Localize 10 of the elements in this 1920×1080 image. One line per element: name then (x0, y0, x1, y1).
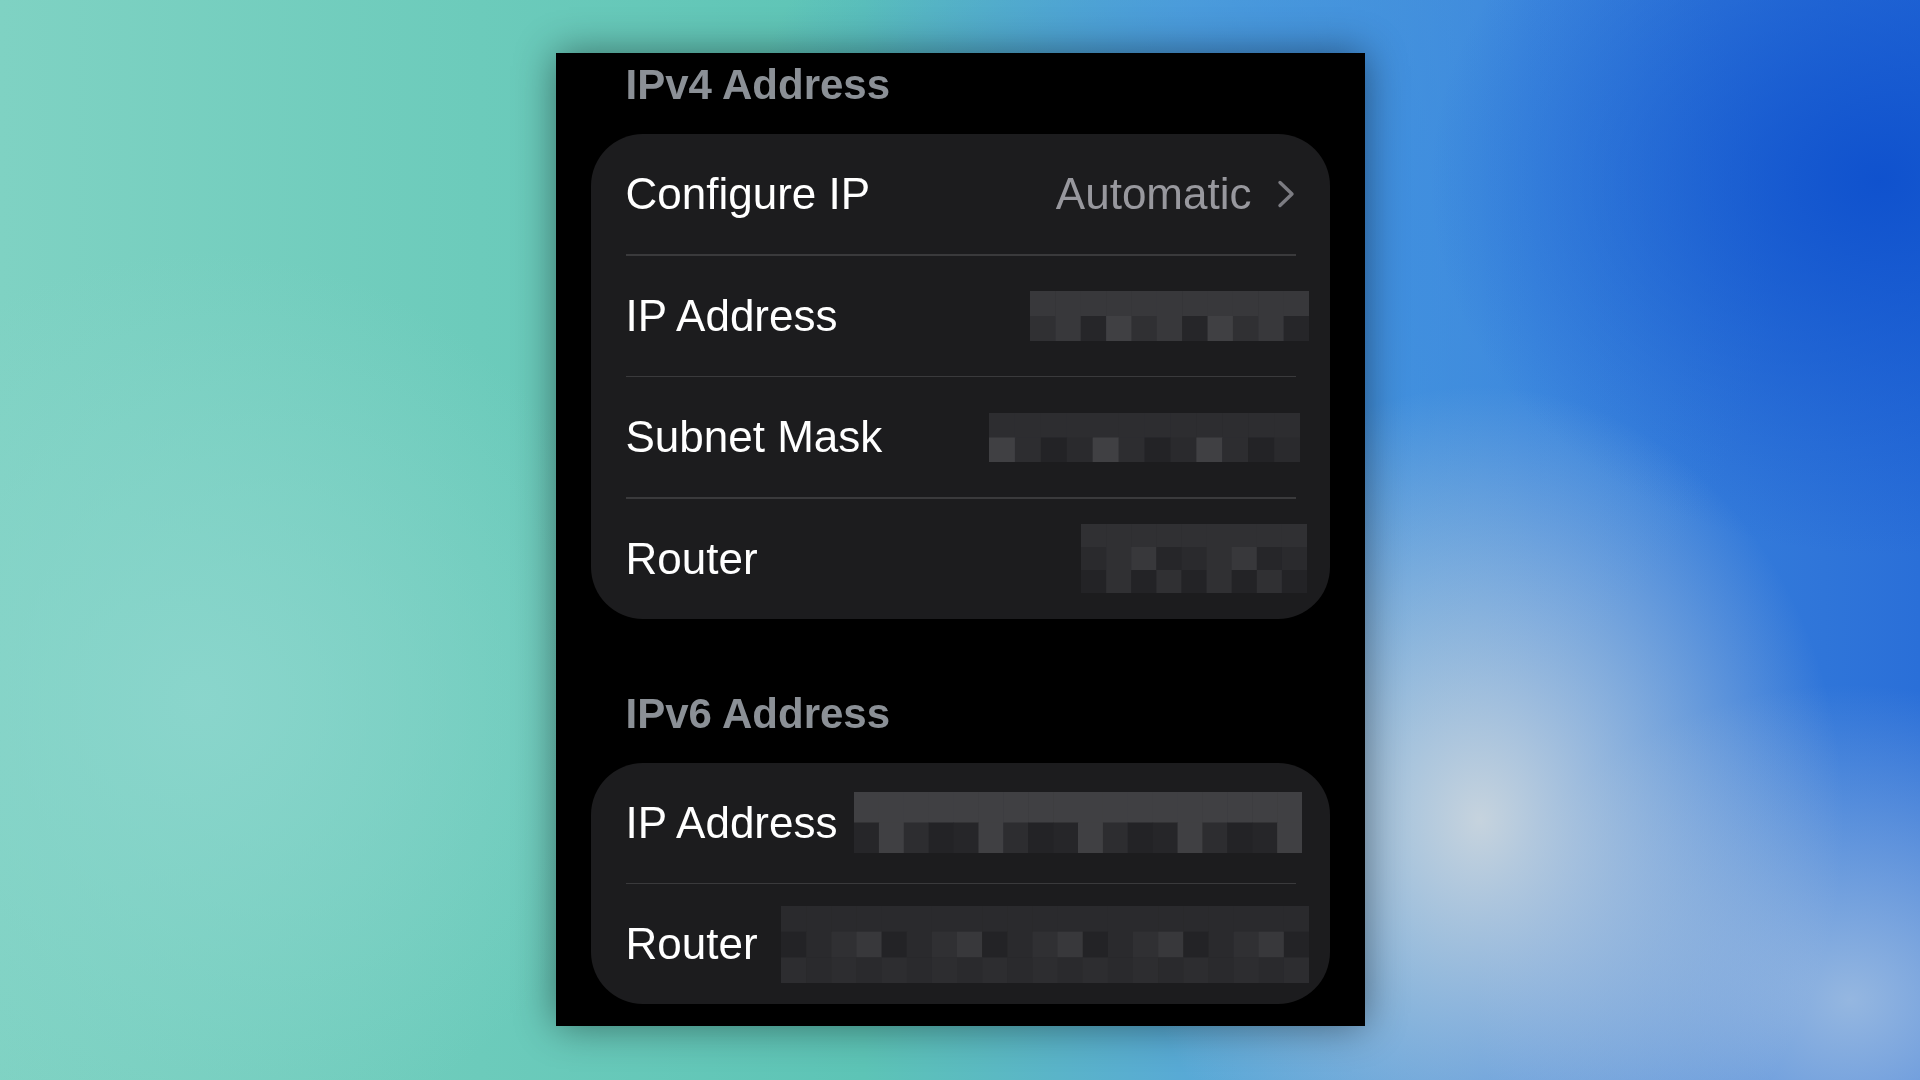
setting-label: IP Address (625, 796, 838, 849)
section-header: IPv6 Address (624, 688, 891, 739)
setting-label: IP Address (625, 289, 838, 342)
setting-label: Router (625, 532, 758, 585)
setting-value[interactable]: Automatic (1055, 168, 1252, 220)
setting-label[interactable]: Configure IP (625, 168, 871, 220)
section-header: IPv4 Address (624, 60, 891, 110)
setting-label: Subnet Mask (625, 411, 883, 463)
setting-label: Router (625, 918, 758, 970)
chevron-icon[interactable] (1276, 180, 1295, 208)
